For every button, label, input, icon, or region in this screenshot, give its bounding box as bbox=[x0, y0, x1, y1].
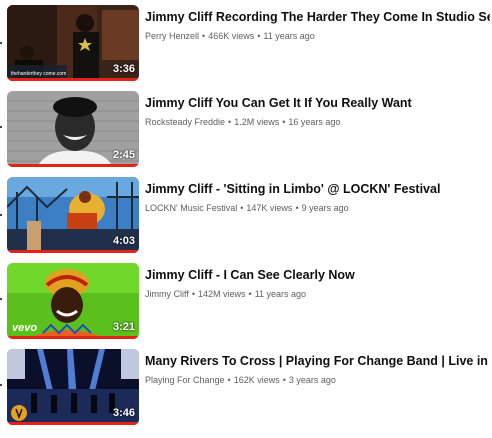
meta-separator: • bbox=[191, 289, 195, 299]
meta-separator: • bbox=[228, 117, 232, 127]
channel-name[interactable]: LOCKN' Music Festival bbox=[145, 203, 237, 213]
upload-age: 9 years ago bbox=[301, 203, 349, 213]
duration-badge: 4:03 bbox=[112, 235, 135, 247]
upload-age: 3 years ago bbox=[288, 375, 336, 385]
video-meta: Jimmy Cliff • 142M views • 11 years ago bbox=[145, 289, 485, 299]
watch-progress-bar bbox=[7, 250, 139, 253]
video-meta: Rocksteady Freddie • 1.2M views • 16 years a… bbox=[145, 117, 485, 127]
video-thumbnail[interactable]: 4:03 bbox=[7, 177, 139, 253]
meta-separator: • bbox=[227, 375, 231, 385]
meta-separator: • bbox=[282, 375, 286, 385]
video-title[interactable]: Jimmy Cliff - 'Sitting in Limbo' @ LOCKN… bbox=[145, 182, 490, 196]
duration-badge: 2:45 bbox=[112, 149, 135, 161]
view-count: 147K views bbox=[246, 203, 293, 213]
thumbnail-watermark: theharderthey come.com bbox=[11, 71, 67, 77]
vevo-logo: vevo bbox=[12, 322, 38, 334]
video-thumbnail[interactable]: 2:45 bbox=[7, 91, 139, 167]
channel-name[interactable]: Perry Henzell bbox=[145, 31, 199, 41]
meta-separator: • bbox=[240, 203, 244, 213]
meta-separator: • bbox=[202, 31, 206, 41]
upload-age: 16 years ago bbox=[288, 117, 341, 127]
watch-progress-bar bbox=[7, 164, 139, 167]
video-title[interactable]: Jimmy Cliff - I Can See Clearly Now bbox=[145, 268, 490, 282]
video-item[interactable]: 2:45 Jimmy Cliff You Can Get It If You R… bbox=[0, 91, 492, 173]
meta-separator: • bbox=[248, 289, 252, 299]
video-thumbnail[interactable]: vevo 3:21 bbox=[7, 263, 139, 339]
video-meta: LOCKN' Music Festival • 147K views • 9 years… bbox=[145, 203, 485, 213]
meta-separator: • bbox=[295, 203, 299, 213]
channel-name[interactable]: Jimmy Cliff bbox=[145, 289, 189, 299]
video-thumbnail[interactable]: theharderthey come.com 3:36 bbox=[7, 5, 139, 81]
video-thumbnail[interactable]: 3:46 bbox=[7, 349, 139, 425]
duration-badge: 3:46 bbox=[112, 407, 135, 419]
channel-name[interactable]: Rocksteady Freddie bbox=[145, 117, 225, 127]
watch-progress-bar bbox=[7, 78, 139, 81]
view-count: 142M views bbox=[198, 289, 246, 299]
video-meta: Perry Henzell • 466K views • 11 years ago bbox=[145, 31, 485, 41]
view-count: 1.2M views bbox=[234, 117, 280, 127]
video-title[interactable]: Jimmy Cliff Recording The Harder They Co… bbox=[145, 10, 490, 24]
watch-progress-bar bbox=[7, 336, 139, 339]
upload-age: 11 years ago bbox=[263, 31, 315, 41]
video-item[interactable]: vevo 3:21 Jimmy Cliff - I Can See Clearl… bbox=[0, 263, 492, 345]
duration-badge: 3:21 bbox=[112, 321, 135, 333]
video-title[interactable]: Many Rivers To Cross | Playing For Chang… bbox=[145, 354, 490, 368]
video-item[interactable]: theharderthey come.com 3:36 Jimmy Cliff … bbox=[0, 5, 492, 87]
channel-name[interactable]: Playing For Change bbox=[145, 375, 225, 385]
duration-badge: 3:36 bbox=[112, 63, 135, 75]
video-item[interactable]: 3:46 Many Rivers To Cross | Playing For … bbox=[0, 349, 492, 431]
view-count: 466K views bbox=[208, 31, 255, 41]
view-count: 162K views bbox=[233, 375, 280, 385]
watch-progress-bar bbox=[7, 422, 139, 425]
video-meta: Playing For Change • 162K views • 3 years ag… bbox=[145, 375, 485, 385]
video-item[interactable]: 4:03 Jimmy Cliff - 'Sitting in Limbo' @ … bbox=[0, 177, 492, 259]
meta-separator: • bbox=[282, 117, 286, 127]
meta-separator: • bbox=[257, 31, 261, 41]
upload-age: 11 years ago bbox=[254, 289, 307, 299]
video-title[interactable]: Jimmy Cliff You Can Get It If You Really… bbox=[145, 96, 490, 110]
